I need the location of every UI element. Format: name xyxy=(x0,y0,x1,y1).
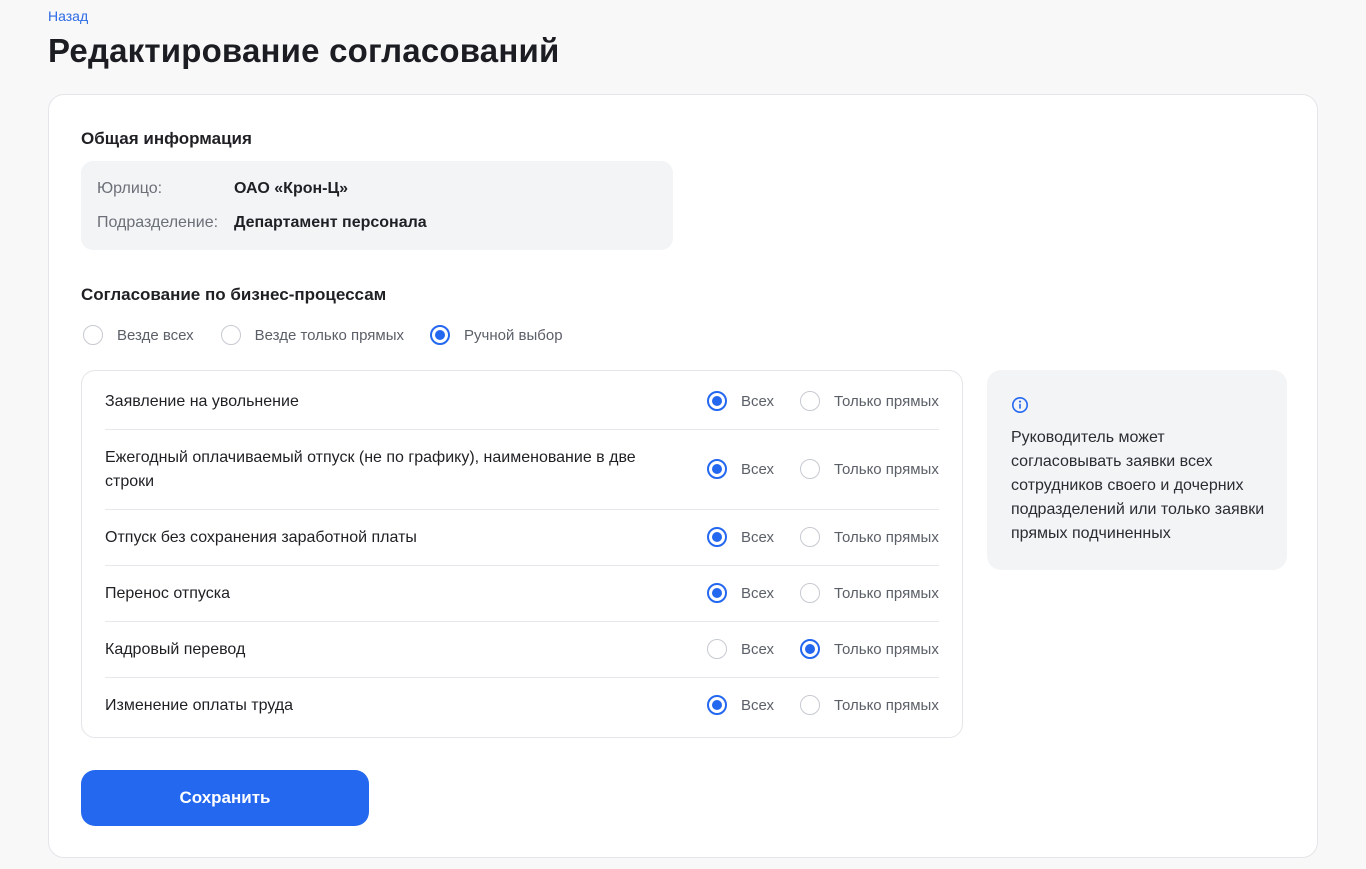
option-all-label: Всех xyxy=(741,696,775,714)
info-icon xyxy=(1012,397,1028,413)
radio-all[interactable] xyxy=(707,639,727,659)
option-all[interactable]: Всех xyxy=(707,527,774,547)
option-direct[interactable]: Только прямых xyxy=(800,695,939,715)
option-direct-label: Только прямых xyxy=(834,460,939,478)
option-all[interactable]: Всех xyxy=(707,639,774,659)
table-row: Отпуск без сохранения заработной платы В… xyxy=(105,510,939,566)
mode-option-everywhere-all[interactable]: Везде всех xyxy=(83,325,194,345)
option-all[interactable]: Всех xyxy=(707,583,774,603)
option-all-label: Всех xyxy=(741,460,775,478)
legal-entity-value: ОАО «Крон-Ц» xyxy=(234,180,349,197)
radio-all[interactable] xyxy=(707,583,727,603)
option-direct[interactable]: Только прямых xyxy=(800,459,939,479)
process-name: Изменение оплаты труда xyxy=(105,697,294,714)
mode-label-everywhere-direct: Везде только прямых xyxy=(254,326,405,344)
back-link[interactable]: Назад xyxy=(48,8,88,24)
table-row: Перенос отпуска Всех Только прямых xyxy=(105,566,939,622)
radio-all[interactable] xyxy=(707,527,727,547)
process-name: Кадровый перевод xyxy=(105,641,246,658)
mode-option-manual[interactable]: Ручной выбор xyxy=(430,325,563,345)
option-direct[interactable]: Только прямых xyxy=(800,527,939,547)
process-name: Перенос отпуска xyxy=(105,585,230,602)
table-row: Кадровый перевод Всех Только прямых xyxy=(105,622,939,678)
radio-direct[interactable] xyxy=(800,391,820,411)
radio-everywhere-all[interactable] xyxy=(83,325,103,345)
general-info-box: Юрлицо: ОАО «Крон-Ц» Подразделение: Депа… xyxy=(81,161,673,250)
option-direct-label: Только прямых xyxy=(834,640,939,658)
save-button[interactable]: Сохранить xyxy=(81,770,369,826)
page-title: Редактирование согласований xyxy=(48,32,560,69)
radio-all[interactable] xyxy=(707,695,727,715)
radio-manual[interactable] xyxy=(430,325,451,345)
option-direct-label: Только прямых xyxy=(834,528,939,546)
radio-all[interactable] xyxy=(707,391,727,411)
department-label: Подразделение: xyxy=(97,214,219,231)
option-direct-label: Только прямых xyxy=(834,696,939,714)
option-all-label: Всех xyxy=(741,528,775,546)
option-direct[interactable]: Только прямых xyxy=(800,583,939,603)
option-all[interactable]: Всех xyxy=(707,459,774,479)
process-name: Отпуск без сохранения заработной платы xyxy=(105,529,417,546)
table-row: Заявление на увольнение Всех Только прям… xyxy=(105,371,939,430)
option-all-label: Всех xyxy=(741,392,775,410)
mode-label-everywhere-all: Везде всех xyxy=(117,326,194,344)
approval-mode-group: Везде всех Везде только прямых Ручной вы… xyxy=(83,324,563,346)
process-name: Ежегодный оплачиваемый отпуск (не по гра… xyxy=(105,449,636,490)
option-direct-label: Только прямых xyxy=(834,392,939,410)
mode-option-everywhere-direct[interactable]: Везде только прямых xyxy=(220,325,405,345)
option-all[interactable]: Всех xyxy=(707,695,774,715)
table-row: Изменение оплаты труда Всех Только прямы… xyxy=(105,678,939,737)
process-name: Заявление на увольнение xyxy=(105,393,299,410)
edit-card: Общая информация Юрлицо: ОАО «Крон-Ц» По… xyxy=(48,94,1318,858)
option-all-label: Всех xyxy=(741,584,775,602)
hint-box: Руководитель может согласовывать заявки … xyxy=(987,370,1287,570)
option-direct[interactable]: Только прямых xyxy=(800,639,939,659)
radio-all[interactable] xyxy=(707,459,727,479)
radio-everywhere-direct[interactable] xyxy=(220,325,241,345)
general-info-title: Общая информация xyxy=(81,129,252,148)
radio-direct[interactable] xyxy=(800,583,820,603)
radio-direct[interactable] xyxy=(800,527,820,547)
mode-label-manual: Ручной выбор xyxy=(464,326,563,344)
option-all-label: Всех xyxy=(741,640,775,658)
table-row: Ежегодный оплачиваемый отпуск (не по гра… xyxy=(105,430,939,510)
radio-direct[interactable] xyxy=(800,459,820,479)
radio-direct[interactable] xyxy=(800,695,820,715)
option-all[interactable]: Всех xyxy=(707,391,774,411)
department-value: Департамент персонала xyxy=(234,214,427,231)
option-direct[interactable]: Только прямых xyxy=(800,391,939,411)
hint-text: Руководитель может согласовывать заявки … xyxy=(1011,429,1265,542)
option-direct-label: Только прямых xyxy=(834,584,939,602)
radio-direct[interactable] xyxy=(800,639,820,659)
legal-entity-label: Юрлицо: xyxy=(97,180,163,197)
process-table: Заявление на увольнение Всех Только прям… xyxy=(81,370,963,738)
business-approval-title: Согласование по бизнес-процессам xyxy=(81,285,387,304)
